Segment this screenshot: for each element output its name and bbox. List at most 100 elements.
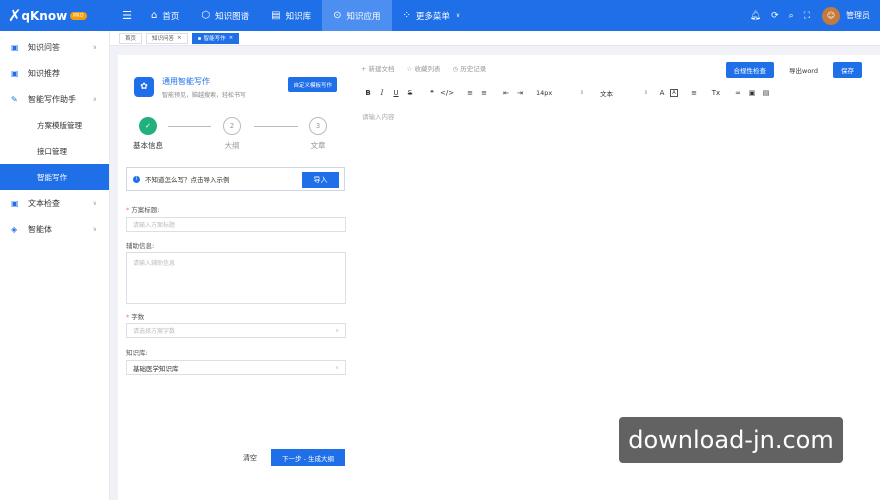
next-button[interactable]: 下一步 - 生成大纲 [271, 449, 345, 466]
chevron-down-icon: ∨ [335, 364, 339, 371]
sidebar: ▣ 知识问答 ∨ ▣ 知识推荐 ✎ 智能写作助手 ∧ 方案模版管理 接口管理 智能写作 ▣… [0, 31, 110, 500]
book-icon: ▤ [271, 10, 281, 21]
step-label: 大纲 [224, 141, 240, 150]
quote-icon[interactable]: ❝ [426, 89, 438, 97]
history-link[interactable]: ◷ 历史记录 [452, 63, 486, 73]
fullscreen-icon[interactable]: ⛶ [804, 11, 810, 21]
chevron-down-icon: ∨ [455, 12, 461, 19]
top-nav: ⌂ 首页 ⬡ 知识图谱 ▤ 知识库 ⊙ 知识应用 ⁘ 更多菜单 ∨ [140, 0, 471, 31]
editor-toolbar: B I U S ❝ </> ≡ ≡ ⇤ ⇥ 14px ⇕ 文本 ⇕ A A ≡ Tx… [362, 87, 774, 99]
tab-home[interactable]: 首页 [119, 32, 143, 44]
favorites-link[interactable]: ☆ 收藏列表 [407, 63, 441, 73]
title-label: * 方案标题: [126, 206, 160, 214]
underline-icon[interactable]: U [390, 89, 402, 97]
font-size-select[interactable]: 14px ⇕ [536, 89, 584, 97]
refresh-icon[interactable]: ⟳ [771, 11, 779, 21]
aux-label: 辅助信息: [126, 242, 155, 250]
steps: ✓ 基本信息 2 大纲 3 文章 [128, 117, 338, 157]
indent-icon[interactable]: ⇥ [514, 89, 526, 97]
nav-item-apps[interactable]: ⊙ 知识应用 [322, 0, 392, 31]
site-watermark: download-jn.com [619, 417, 843, 463]
clear-format-icon[interactable]: Tx [710, 89, 722, 97]
ordered-list-icon[interactable]: ≡ [464, 89, 476, 97]
image-icon[interactable]: ▣ [746, 89, 758, 97]
outdent-icon[interactable]: ⇤ [500, 89, 512, 97]
clear-button[interactable]: 清空 [235, 450, 265, 466]
step-article: 3 文章 [298, 117, 338, 151]
logo-badge: PRO [70, 11, 87, 20]
step-check-icon: ✓ [139, 117, 157, 135]
editor-actions: 合规性检查 导出word 保存 [725, 62, 862, 78]
writer-subtitle: 智能预见，脑越搜索，轻松书写 [162, 91, 247, 99]
code-icon[interactable]: </> [440, 89, 454, 97]
export-word-button[interactable]: 导出word [781, 62, 826, 78]
writer-form-panel: ✿ 通用智能写作 智能预见，脑越搜索，轻松书写 自定义模板写作 ✓ 基本信息 2… [118, 55, 355, 500]
info-icon: i [133, 175, 140, 183]
title-input[interactable]: 请输入方案标题 [126, 217, 346, 232]
import-tip: i 不知道怎么写？点击导入示例 导入 [126, 167, 345, 191]
close-icon[interactable]: × [229, 35, 234, 41]
search-icon[interactable]: ⌕ [789, 11, 794, 21]
words-select[interactable]: 请选择方案字数 ∨ [126, 323, 346, 338]
sidebar-item-check[interactable]: ▣ 文本检查 ∨ [0, 190, 109, 216]
custom-template-button[interactable]: 自定义模板写作 [288, 77, 337, 92]
chevron-down-icon: ∨ [92, 43, 97, 51]
writer-app-icon: ✿ [134, 77, 154, 97]
bold-icon[interactable]: B [362, 89, 374, 97]
menu-collapse-icon[interactable]: ☰ [114, 9, 140, 22]
qa-icon: ▣ [11, 42, 19, 52]
align-icon[interactable]: ≡ [688, 89, 700, 97]
highlight-icon[interactable]: A [670, 89, 678, 97]
nav-item-kb[interactable]: ▤ 知识库 [260, 0, 322, 31]
top-bar: ✗ qKnow PRO ☰ ⌂ 首页 ⬡ 知识图谱 ▤ 知识库 ⊙ 知识应用 ⁘ 更多菜单… [0, 0, 880, 31]
sidebar-subitem-writing[interactable]: 智能写作 [0, 164, 109, 190]
compliance-check-button[interactable]: 合规性检查 [725, 62, 775, 78]
sidebar-item-agent[interactable]: ◈ 智能体 ∨ [0, 216, 109, 242]
new-doc-link[interactable]: + 新建文档 [361, 63, 395, 73]
strikethrough-icon[interactable]: S [404, 89, 416, 97]
tabs-bar: 首页 知识问答 × 智能写作 × [110, 31, 880, 46]
kb-select[interactable]: 基础医学知识库 ∨ [126, 360, 346, 375]
logo-text: qKnow [21, 8, 68, 23]
tab-writing[interactable]: 智能写作 × [191, 32, 240, 44]
home-icon: ⌂ [151, 10, 158, 21]
nav-item-more[interactable]: ⁘ 更多菜单 ∨ [392, 0, 472, 31]
logo-mark: ✗ [8, 6, 21, 25]
tab-qa[interactable]: 知识问答 × [146, 32, 188, 44]
logo[interactable]: ✗ qKnow PRO [0, 0, 110, 31]
username[interactable]: 管理员 [846, 10, 870, 21]
sidebar-item-qa[interactable]: ▣ 知识问答 ∨ [0, 34, 109, 60]
clock-icon: ◷ [452, 65, 459, 73]
bullet-list-icon[interactable]: ≡ [478, 89, 490, 97]
plus-icon: + [361, 65, 367, 73]
step-divider [254, 126, 298, 127]
font-color-icon[interactable]: A [656, 89, 668, 97]
video-icon[interactable]: ▤ [760, 89, 772, 97]
sidebar-subitem-api[interactable]: 接口管理 [0, 138, 109, 164]
star-icon: ☆ [406, 65, 413, 73]
chevron-up-icon: ∧ [92, 95, 97, 103]
nav-item-graph[interactable]: ⬡ 知识图谱 [190, 0, 260, 31]
link-icon[interactable]: ∞ [732, 89, 744, 97]
bell-icon[interactable]: 🔔︎ [750, 11, 761, 21]
sidebar-subitem-template[interactable]: 方案模版管理 [0, 112, 109, 138]
words-label: * 字数 [126, 313, 145, 321]
import-button[interactable]: 导入 [302, 172, 339, 188]
save-button[interactable]: 保存 [833, 62, 862, 78]
active-dot-icon [197, 36, 201, 40]
graph-icon: ⬡ [201, 10, 211, 21]
sidebar-item-writing[interactable]: ✎ 智能写作助手 ∧ [0, 86, 109, 112]
italic-icon[interactable]: I [376, 89, 388, 97]
avatar[interactable]: ☺ [822, 6, 840, 25]
aux-textarea[interactable]: 请输入辅助信息 [126, 252, 346, 304]
writer-title: 通用智能写作 [162, 76, 210, 86]
close-icon[interactable]: × [177, 35, 182, 41]
editor-content[interactable]: 请输入内容 [362, 111, 395, 121]
nav-item-home[interactable]: ⌂ 首页 [140, 0, 190, 31]
chevron-down-icon: ∨ [92, 199, 97, 207]
step-label: 文章 [310, 141, 326, 150]
sidebar-item-recommend[interactable]: ▣ 知识推荐 [0, 60, 109, 86]
agent-icon: ◈ [11, 224, 18, 234]
block-type-select[interactable]: 文本 ⇕ [600, 88, 648, 98]
chevron-down-icon: ∨ [335, 327, 339, 334]
